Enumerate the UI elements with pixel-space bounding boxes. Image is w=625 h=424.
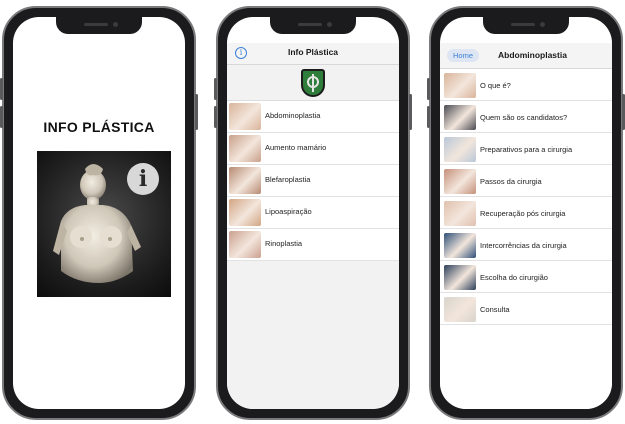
list-item-label: Lipoaspiração bbox=[265, 207, 312, 216]
list-item-rinoplastia[interactable]: Rinoplastia bbox=[227, 229, 399, 261]
topic-thumbnail bbox=[444, 201, 476, 226]
phone-procedures: i Info Plástica Abdominoplastia Aumento … bbox=[214, 6, 412, 420]
list-item-consulta[interactable]: Consulta bbox=[440, 293, 612, 325]
volume-up-button bbox=[0, 78, 3, 100]
list-item-label: Preparativos para a cirurgia bbox=[480, 145, 573, 154]
info-icon: i bbox=[127, 163, 159, 195]
procedure-thumbnail bbox=[229, 231, 261, 258]
list-item-label: Quem são os candidatos? bbox=[480, 113, 568, 122]
volume-down-button bbox=[0, 106, 3, 128]
list-item-label: Abdominoplastia bbox=[265, 111, 321, 120]
list-item-aumento-mamario[interactable]: Aumento mamário bbox=[227, 133, 399, 165]
topic-thumbnail bbox=[444, 265, 476, 290]
topic-thumbnail bbox=[444, 73, 476, 98]
list-item-label: Escolha do cirurgião bbox=[480, 273, 548, 282]
volume-down-button bbox=[214, 106, 217, 128]
navigation-bar: i Info Plástica bbox=[227, 43, 399, 65]
back-button[interactable]: Home bbox=[447, 49, 480, 62]
list-item-label: Recuperação pós cirurgia bbox=[480, 209, 566, 218]
empty-list-area bbox=[440, 325, 612, 409]
list-item-label: Passos da cirurgia bbox=[480, 177, 542, 186]
phone-notch bbox=[56, 17, 142, 34]
list-item-label: Rinoplastia bbox=[265, 239, 303, 248]
header-banner bbox=[227, 65, 399, 101]
list-item-label: Consulta bbox=[480, 305, 510, 314]
list-item-blefaroplastia[interactable]: Blefaroplastia bbox=[227, 165, 399, 197]
nav-title: Abdominoplastia bbox=[498, 50, 567, 60]
list-item-preparativos[interactable]: Preparativos para a cirurgia bbox=[440, 133, 612, 165]
topic-thumbnail bbox=[444, 169, 476, 194]
procedure-thumbnail bbox=[229, 135, 261, 162]
side-button bbox=[195, 94, 198, 130]
speaker-grille bbox=[511, 23, 535, 26]
speaker-grille bbox=[298, 23, 322, 26]
nav-title: Info Plástica bbox=[287, 47, 339, 57]
shield-emblem-icon bbox=[301, 69, 325, 97]
list-item-escolha-cirurgiao[interactable]: Escolha do cirurgião bbox=[440, 261, 612, 293]
topic-thumbnail bbox=[444, 297, 476, 322]
list-item-lipoaspiracao[interactable]: Lipoaspiração bbox=[227, 197, 399, 229]
front-camera bbox=[540, 22, 545, 27]
speaker-grille bbox=[84, 23, 108, 26]
empty-list-area bbox=[227, 261, 399, 409]
phone-splash: INFO PLÁSTICA i bbox=[0, 6, 198, 420]
navigation-bar: Home Abdominoplastia bbox=[440, 43, 612, 69]
list-item-candidatos[interactable]: Quem são os candidatos? bbox=[440, 101, 612, 133]
list-item-label: Blefaroplastia bbox=[265, 175, 311, 184]
procedure-thumbnail bbox=[229, 199, 261, 226]
volume-up-button bbox=[214, 78, 217, 100]
list-item-o-que-e[interactable]: O que é? bbox=[440, 69, 612, 101]
list-item-label: Intercorrências da cirurgia bbox=[480, 241, 567, 250]
procedures-screen: i Info Plástica Abdominoplastia Aumento … bbox=[227, 17, 399, 409]
splash-screen: INFO PLÁSTICA i bbox=[13, 17, 185, 409]
list-item-label: O que é? bbox=[480, 81, 511, 90]
list-item-label: Aumento mamário bbox=[265, 143, 327, 152]
detail-screen: Home Abdominoplastia O que é? Quem são o… bbox=[440, 17, 612, 409]
emblem-staff bbox=[312, 74, 314, 92]
phone-notch bbox=[270, 17, 356, 34]
topic-thumbnail bbox=[444, 233, 476, 258]
phone-notch bbox=[483, 17, 569, 34]
app-icon[interactable]: i bbox=[37, 151, 171, 297]
volume-up-button bbox=[427, 78, 430, 100]
topic-thumbnail bbox=[444, 137, 476, 162]
list-item-intercorrencias[interactable]: Intercorrências da cirurgia bbox=[440, 229, 612, 261]
procedure-thumbnail bbox=[229, 167, 261, 194]
side-button bbox=[409, 94, 412, 130]
list-item-passos[interactable]: Passos da cirurgia bbox=[440, 165, 612, 197]
procedure-thumbnail bbox=[229, 103, 261, 130]
topic-thumbnail bbox=[444, 105, 476, 130]
list-item-recuperacao[interactable]: Recuperação pós cirurgia bbox=[440, 197, 612, 229]
app-title: INFO PLÁSTICA bbox=[43, 119, 155, 135]
front-camera bbox=[327, 22, 332, 27]
volume-down-button bbox=[427, 106, 430, 128]
phone-detail: Home Abdominoplastia O que é? Quem são o… bbox=[427, 6, 625, 420]
front-camera bbox=[113, 22, 118, 27]
list-item-abdominoplastia[interactable]: Abdominoplastia bbox=[227, 101, 399, 133]
